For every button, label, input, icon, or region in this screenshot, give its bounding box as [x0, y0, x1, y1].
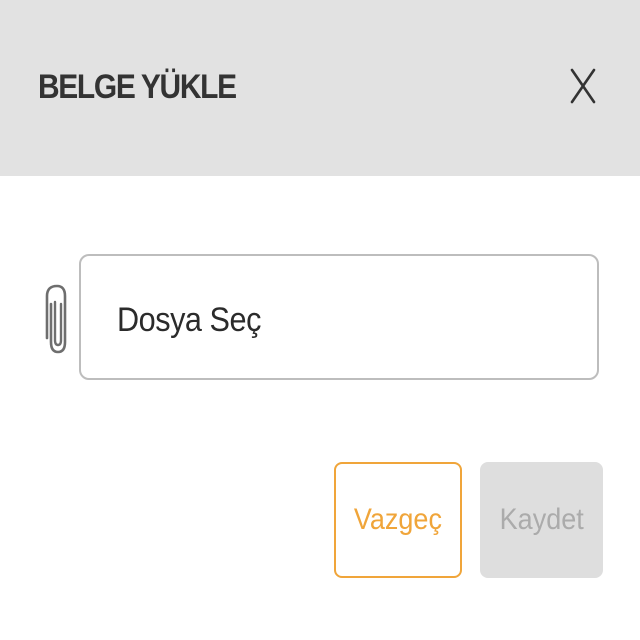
close-icon — [570, 68, 596, 104]
cancel-button[interactable]: Vazgeç — [334, 462, 462, 578]
save-button[interactable]: Kaydet — [480, 462, 603, 578]
save-button-label: Kaydet — [499, 503, 584, 536]
close-button[interactable] — [562, 62, 606, 112]
file-select-label: Dosya Seç — [117, 301, 261, 339]
upload-document-dialog: BELGE YÜKLE Dosya Seç Vazgeç Kaydet — [0, 0, 640, 640]
cancel-button-label: Vazgeç — [353, 503, 443, 536]
dialog-title: BELGE YÜKLE — [38, 68, 237, 106]
dialog-header: BELGE YÜKLE — [0, 0, 640, 176]
paperclip-icon — [42, 282, 68, 356]
file-select-field[interactable]: Dosya Seç — [79, 254, 599, 380]
